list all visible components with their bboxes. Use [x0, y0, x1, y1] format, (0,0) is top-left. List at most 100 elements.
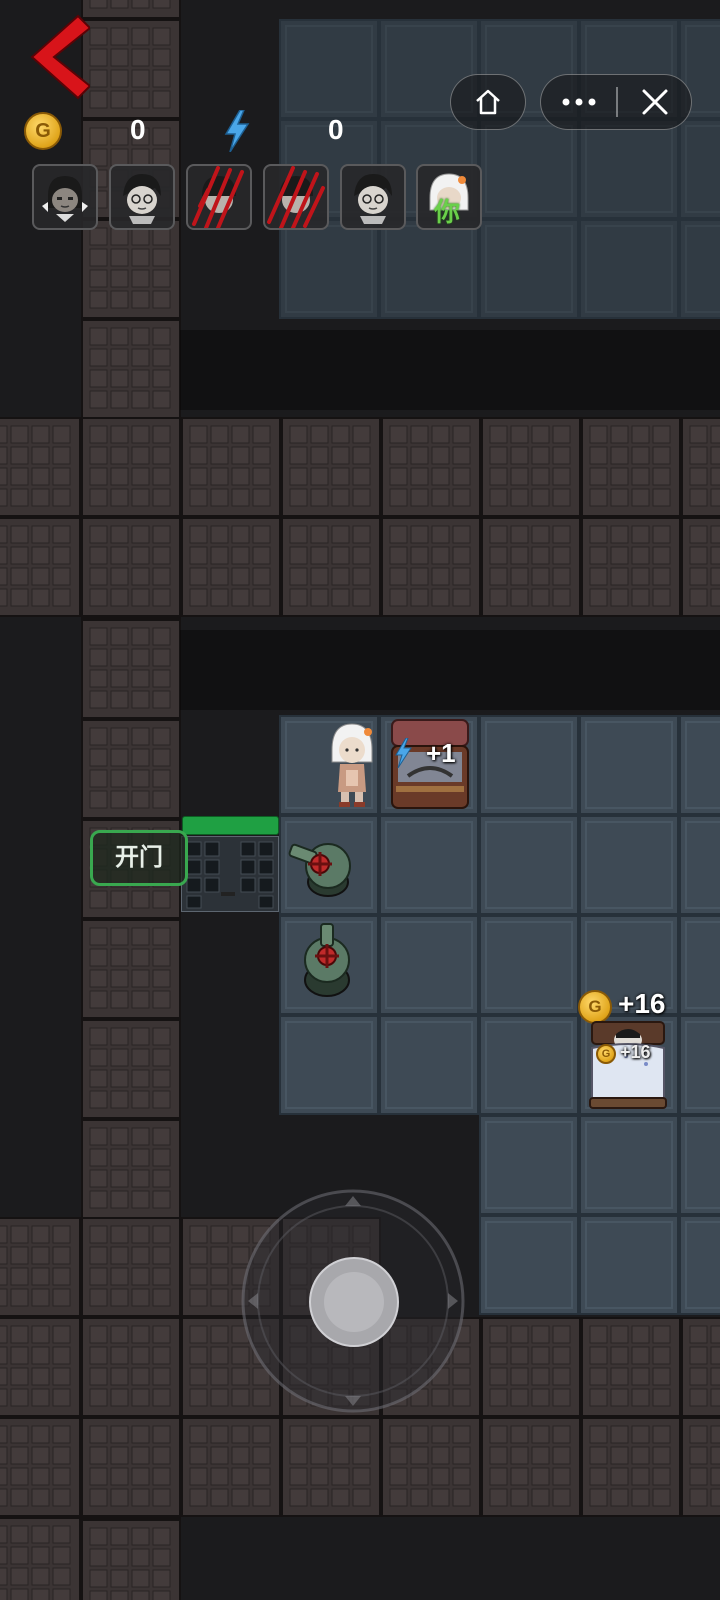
corridor-tile-brick	[152, 1388, 171, 1407]
corridor-tile-brick	[152, 769, 171, 788]
corridor-tile-brick	[189, 1325, 208, 1344]
corridor-tile-brick	[152, 467, 171, 486]
corridor-tile-brick	[210, 425, 229, 444]
corridor-tile-brick	[331, 567, 350, 586]
corridor-tile-brick	[210, 567, 229, 586]
corridor-tile-brick	[31, 1288, 50, 1307]
corridor-tile-brick	[331, 525, 350, 544]
home-button[interactable]	[450, 74, 526, 130]
wall-shadow	[180, 630, 720, 710]
corridor-tile-brick	[131, 390, 150, 409]
corridor-tile-brick	[331, 425, 350, 444]
corridor-tile-brick	[110, 269, 129, 288]
corridor-tile-brick	[352, 588, 371, 607]
corridor-tile-brick	[389, 467, 408, 486]
corridor-tile-brick	[131, 488, 150, 507]
joystick-knob[interactable]	[308, 1256, 400, 1348]
corridor-tile-brick	[189, 1446, 208, 1465]
corridor-tile-brick	[510, 467, 529, 486]
corridor-tile-brick	[89, 1127, 108, 1146]
corridor-tile-brick	[710, 567, 720, 586]
corridor-tile-brick	[510, 1425, 529, 1444]
corridor-tile-brick	[652, 1388, 671, 1407]
corridor-tile-brick	[389, 488, 408, 507]
corridor-tile-brick	[710, 1446, 720, 1465]
lightning-icon	[395, 738, 412, 768]
character-portrait-boy-attacked[interactable]	[263, 164, 329, 230]
corridor-tile-brick	[152, 27, 171, 46]
character-portrait-you[interactable]: 你	[416, 164, 482, 230]
corridor-tile-brick	[10, 1267, 29, 1286]
corridor-tile-brick	[152, 446, 171, 465]
corridor-tile-brick	[452, 546, 471, 565]
back-button[interactable]	[30, 14, 92, 100]
character-portrait-boy-glasses[interactable]	[109, 164, 175, 230]
corridor-tile-brick	[631, 446, 650, 465]
corridor-tile-brick	[0, 525, 8, 544]
character-portrait-girl-bows[interactable]	[32, 164, 98, 230]
corridor-tile-brick	[131, 969, 150, 988]
corridor-tile-brick	[0, 488, 8, 507]
corridor-tile-brick	[589, 488, 608, 507]
corridor-tile-brick	[110, 769, 129, 788]
corridor-tile-brick	[10, 567, 29, 586]
corridor-tile-brick	[110, 525, 129, 544]
corridor-tile-brick	[510, 1388, 529, 1407]
corridor-tile-brick	[552, 1488, 571, 1507]
more-button[interactable]	[541, 75, 617, 128]
corridor-tile-brick	[110, 1190, 129, 1209]
corridor-tile-brick	[110, 588, 129, 607]
room-floor-tile	[579, 815, 679, 915]
corridor-tile-brick	[189, 488, 208, 507]
turret[interactable]	[288, 832, 356, 902]
energy-count: 0	[328, 114, 344, 145]
corridor-tile-brick	[131, 1148, 150, 1167]
corridor-tile-brick	[110, 1446, 129, 1465]
corridor-tile-brick	[52, 1425, 71, 1444]
corridor-tile-brick	[110, 488, 129, 507]
corridor-tile-brick	[352, 546, 371, 565]
turret[interactable]	[298, 922, 356, 1000]
open-door-button[interactable]: 开门	[90, 830, 188, 886]
corridor-tile-brick	[89, 1367, 108, 1386]
corridor-tile-brick	[252, 546, 271, 565]
corridor-tile-brick	[652, 467, 671, 486]
bed[interactable]	[586, 1018, 670, 1114]
corridor-tile-brick	[89, 669, 108, 688]
miniapp-capsule	[540, 74, 692, 130]
corridor-tile-brick	[0, 1246, 8, 1265]
close-button[interactable]	[617, 75, 693, 128]
room-floor-tile	[579, 219, 679, 319]
corridor-tile-brick	[110, 648, 129, 667]
corridor-tile-brick	[31, 1325, 50, 1344]
corridor-tile-brick	[131, 1388, 150, 1407]
character-portrait-boy-glasses-2[interactable]	[340, 164, 406, 230]
corridor-tile-brick	[31, 488, 50, 507]
corridor-tile-brick	[131, 27, 150, 46]
corridor-tile-brick	[389, 1488, 408, 1507]
corridor-tile-brick	[310, 546, 329, 565]
corridor-tile-brick	[0, 1446, 8, 1465]
bed-bonus-small-text: +16	[620, 1042, 651, 1062]
corridor-tile-brick	[89, 48, 108, 67]
door[interactable]	[181, 836, 279, 912]
corridor-tile-brick	[510, 488, 529, 507]
corridor-tile-brick	[152, 1346, 171, 1365]
corridor-tile-brick	[110, 446, 129, 465]
corridor-tile-brick	[531, 446, 550, 465]
corridor-tile-brick	[0, 567, 8, 586]
corridor-tile-brick	[210, 1488, 229, 1507]
corridor-tile-brick	[710, 1388, 720, 1407]
corridor-tile-brick	[152, 1569, 171, 1588]
corridor-tile-brick	[552, 446, 571, 465]
corridor-tile-brick	[152, 90, 171, 109]
corridor-tile-brick	[189, 1367, 208, 1386]
character-portrait-girl-attacked[interactable]	[186, 164, 252, 230]
lightning-icon	[224, 110, 250, 152]
corridor-tile-brick	[152, 1367, 171, 1386]
corridor-tile-brick	[89, 769, 108, 788]
corridor-tile-brick	[489, 1346, 508, 1365]
corridor-tile-brick	[152, 890, 171, 909]
corridor-tile-brick	[210, 488, 229, 507]
corridor-tile-brick	[189, 1246, 208, 1265]
